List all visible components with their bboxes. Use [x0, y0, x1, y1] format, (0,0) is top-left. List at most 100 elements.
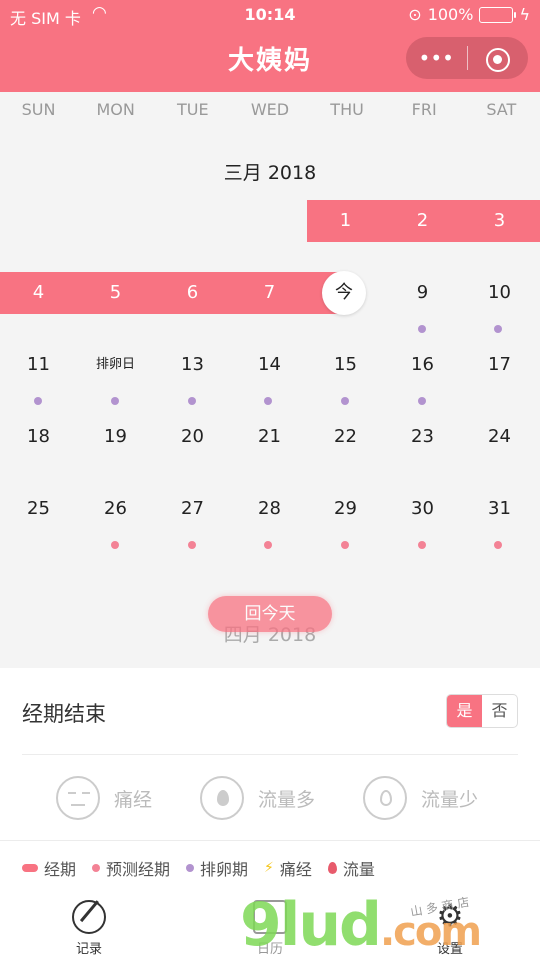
symptom-light-flow[interactable]: 流量少 [363, 776, 478, 820]
target-circle-icon [485, 47, 510, 72]
predicted-period-dot [418, 541, 426, 549]
calendar-day[interactable]: 29 [307, 487, 384, 531]
predicted-period-dot [494, 541, 502, 549]
calendar-day[interactable]: 13 [154, 343, 231, 387]
predicted-period-dot [264, 541, 272, 549]
calendar-day[interactable]: 4 [0, 271, 77, 315]
ovulation-dot [111, 397, 119, 405]
symptom-cramps[interactable]: 痛经 [56, 776, 152, 820]
calendar-day[interactable]: 10 [461, 271, 538, 315]
calendar-day[interactable]: 11 [0, 343, 77, 387]
edit-icon [72, 900, 106, 934]
lock-rotation-icon: ⊙ [408, 5, 422, 24]
legend-label: 排卵期 [200, 860, 249, 879]
legend-item: 经期 [22, 856, 76, 880]
ovulation-dot [341, 397, 349, 405]
ovulation-dot [264, 397, 272, 405]
predicted-dot-icon [92, 864, 101, 872]
legend-label: 流量 [342, 860, 375, 879]
ovulation-dot-icon [186, 864, 195, 872]
legend-item: ⚡ 痛经 [264, 856, 312, 880]
calendar-day[interactable]: 22 [307, 415, 384, 459]
legend: 经期 预测经期 排卵期 ⚡ 痛经 流量 [22, 856, 385, 880]
calendar-day[interactable]: 16 [384, 343, 461, 387]
period-end-toggle: 是 否 [446, 694, 518, 728]
period-pill-icon [22, 864, 38, 872]
calendar-day[interactable]: 28 [231, 487, 308, 531]
today-marker[interactable]: 今 [322, 271, 366, 315]
weekday-label: THU [330, 100, 364, 119]
ovulation-day[interactable]: 排卵日 [77, 343, 154, 387]
weekday-label: WED [250, 100, 290, 119]
month-label: 三月 2018 [223, 162, 317, 184]
sad-face-icon [56, 776, 100, 820]
weekday-label: SUN [21, 100, 56, 119]
status-bar: 无 SIM 卡 ◠ 10:14 ⊙ 100% ϟ [0, 0, 540, 30]
weekday-label: SAT [486, 100, 517, 119]
drop-outline-icon [363, 776, 407, 820]
predicted-period-dot [341, 541, 349, 549]
calendar-day[interactable]: 23 [384, 415, 461, 459]
back-to-today-button[interactable]: 回今天 [208, 596, 332, 632]
ovulation-dot [418, 397, 426, 405]
calendar-day[interactable]: 30 [384, 487, 461, 531]
legend-label: 预测经期 [106, 860, 171, 879]
weekday-header: SUN MON TUE WED THU FRI SAT [0, 100, 540, 119]
calendar-day[interactable]: 9 [384, 271, 461, 315]
drop-icon [200, 776, 244, 820]
calendar-day[interactable]: 5 [77, 271, 154, 315]
calendar-day[interactable]: 14 [231, 343, 308, 387]
app-header: 无 SIM 卡 ◠ 10:14 ⊙ 100% ϟ 大姨妈 ••• [0, 0, 540, 92]
symptom-label: 痛经 [114, 788, 153, 811]
legend-item: 流量 [327, 856, 375, 880]
calendar-day[interactable]: 18 [0, 415, 77, 459]
predicted-period-dot [188, 541, 196, 549]
legend-label: 痛经 [279, 860, 312, 879]
calendar-day[interactable]: 3 [461, 199, 538, 243]
weekday-label: MON [96, 100, 135, 119]
legend-item: 排卵期 [186, 856, 248, 880]
calendar-day[interactable]: 19 [77, 415, 154, 459]
close-button[interactable] [468, 37, 529, 79]
status-right: ⊙ 100% ϟ [408, 5, 530, 24]
calendar-day[interactable]: 27 [154, 487, 231, 531]
period-end-label: 经期结束 [22, 702, 106, 726]
symptom-row: 痛经 流量多 流量少 [0, 776, 540, 820]
calendar-day[interactable]: 31 [461, 487, 538, 531]
symptom-label: 流量少 [421, 788, 479, 811]
predicted-period-dot [111, 541, 119, 549]
watermark-main: 9lud [240, 890, 382, 960]
calendar-day[interactable]: 6 [154, 271, 231, 315]
calendar-day[interactable]: 25 [0, 487, 77, 531]
ovulation-dot [34, 397, 42, 405]
ovulation-dot [494, 325, 502, 333]
calendar-day[interactable]: 7 [231, 271, 308, 315]
legend-label: 经期 [44, 860, 77, 879]
divider [22, 754, 518, 755]
battery-icon [479, 6, 517, 23]
calendar-day[interactable]: 21 [231, 415, 308, 459]
ovulation-dot [418, 325, 426, 333]
battery-percent: 100% [427, 5, 474, 24]
calendar-day[interactable]: 26 [77, 487, 154, 531]
calendar-day[interactable]: 1 [307, 199, 384, 243]
weekday-label: FRI [411, 100, 437, 119]
tab-label: 记录 [75, 942, 102, 957]
tab-record[interactable]: 记录 [29, 900, 149, 957]
divider [0, 840, 540, 841]
symptom-heavy-flow[interactable]: 流量多 [200, 776, 315, 820]
calendar-day[interactable]: 24 [461, 415, 538, 459]
legend-item: 预测经期 [92, 856, 170, 880]
flow-drop-icon [327, 862, 337, 874]
ovulation-dot [188, 397, 196, 405]
toggle-yes-button[interactable]: 是 [447, 695, 482, 727]
mini-program-capsule: ••• [406, 37, 528, 79]
calendar-day[interactable]: 20 [154, 415, 231, 459]
calendar-day[interactable]: 17 [461, 343, 538, 387]
calendar-day[interactable]: 2 [384, 199, 461, 243]
charging-icon: ϟ [519, 5, 530, 24]
symptom-label: 流量多 [258, 788, 316, 811]
more-dots-icon[interactable]: ••• [406, 37, 467, 79]
toggle-no-button[interactable]: 否 [482, 695, 517, 727]
calendar-day[interactable]: 15 [307, 343, 384, 387]
